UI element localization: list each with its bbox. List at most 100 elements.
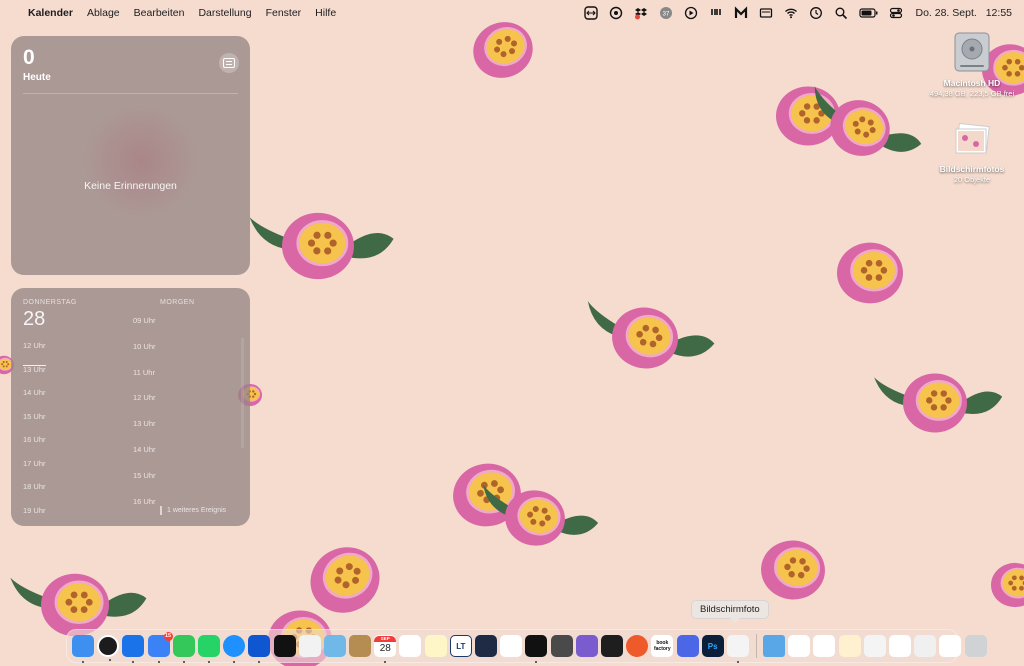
spotlight-icon[interactable] xyxy=(834,5,849,20)
time-machine-icon[interactable] xyxy=(809,5,824,20)
fruit-seed xyxy=(324,231,332,239)
dock-reminders-icon[interactable] xyxy=(399,635,422,657)
dock-stack-3-icon[interactable] xyxy=(838,635,861,657)
screenshots-folder-icon[interactable]: Bildschirmfotos 20 Objekte xyxy=(922,122,1022,184)
dock-stack-2-icon[interactable] xyxy=(813,635,836,657)
photo-stack-icon xyxy=(955,122,990,154)
fruit-seed xyxy=(803,103,811,110)
fruit-seed xyxy=(313,247,321,255)
fruit-seed xyxy=(80,606,88,614)
fruit-flesh xyxy=(915,379,962,421)
tomorrow-hours: 09 Uhr 10 Uhr 11 Uhr 12 Uhr 13 Uhr 14 Uh… xyxy=(133,316,156,522)
dock-photoshop-icon[interactable]: Ps xyxy=(701,635,724,657)
hour-label: 18 Uhr xyxy=(23,482,46,491)
fruit-seed xyxy=(803,117,811,124)
dock-calendar-icon[interactable]: SEP 28 xyxy=(374,635,397,663)
dock-flower-icon[interactable] xyxy=(676,635,699,657)
fruit-seed xyxy=(860,266,868,274)
calendar-day: 28 xyxy=(23,308,46,330)
teamviewer-icon[interactable] xyxy=(584,5,599,20)
fruit-seed xyxy=(1019,575,1024,581)
dock-1password-icon[interactable] xyxy=(122,635,145,663)
menu-ablage[interactable]: Ablage xyxy=(87,7,120,19)
dock-vectorize-icon[interactable] xyxy=(475,635,497,657)
hd-capacity: 494,38 GB, 223,5 GB frei xyxy=(929,89,1015,98)
battery-icon[interactable] xyxy=(858,5,879,20)
dock-screenshot-icon[interactable] xyxy=(726,635,749,663)
macintosh-hd-icon[interactable]: Macintosh HD 494,38 GB, 223,5 GB frei xyxy=(922,30,1022,98)
fruit-seed xyxy=(1,363,4,366)
dock-cube-icon[interactable] xyxy=(575,635,598,657)
dock-stack-5-icon[interactable] xyxy=(889,635,911,657)
passion-fruit xyxy=(991,562,1024,608)
hour-label: 12 Uhr xyxy=(23,341,46,350)
dock-mail-icon[interactable]: 15 xyxy=(147,632,173,663)
dock-calendar-day: 28 xyxy=(379,643,391,654)
dock-notchmeister-icon[interactable] xyxy=(273,635,296,657)
dock-clock-icon[interactable] xyxy=(97,635,120,661)
fruit-seed xyxy=(7,363,10,366)
dock-tidal-icon[interactable] xyxy=(525,635,548,663)
istat-icon[interactable]: 37 xyxy=(659,5,674,20)
play-icon[interactable] xyxy=(684,5,699,20)
fruit-seed xyxy=(313,231,321,239)
dock-notes-icon[interactable] xyxy=(424,635,447,657)
screen-icon[interactable] xyxy=(759,5,774,20)
menubar-clock[interactable]: Do. 28. Sept. 12:55 xyxy=(916,7,1013,19)
fruit-seed xyxy=(930,404,938,411)
menu-darstellung[interactable]: Darstellung xyxy=(198,7,251,19)
fruit-seed xyxy=(324,247,332,255)
calendar-more-events: 1 weiteres Ereignis xyxy=(160,506,226,515)
calendar-tomorrow: MORGEN xyxy=(160,299,195,306)
fruit-seed xyxy=(5,361,8,364)
hour-label: 19 Uhr xyxy=(23,505,46,515)
dock-photos-icon[interactable] xyxy=(500,635,523,657)
menu-app-name[interactable]: Kalender xyxy=(28,7,73,19)
dock-messages-icon[interactable] xyxy=(172,635,195,663)
dock-compass-icon[interactable] xyxy=(626,635,649,657)
malwarebytes-icon[interactable] xyxy=(734,5,749,20)
passion-fruit xyxy=(874,373,1003,433)
menu-hilfe[interactable]: Hilfe xyxy=(315,7,336,19)
hour-label: 16 Uhr xyxy=(133,496,156,506)
menubar-time: 12:55 xyxy=(985,6,1012,19)
dock-sublime-icon[interactable] xyxy=(550,635,573,657)
calendar-widget[interactable]: DONNERSTAG 28 MORGEN 12 Uhr 13 Uhr 14 Uh… xyxy=(11,288,250,526)
fruit-seed xyxy=(940,404,947,411)
dock-stack-1-icon[interactable] xyxy=(788,635,811,657)
dock-layers-icon[interactable] xyxy=(323,635,346,657)
hour-label: 14 Uhr xyxy=(23,388,46,397)
hour-label: 17 Uhr xyxy=(23,458,46,468)
fruit-seed xyxy=(875,274,883,281)
menu-fenster[interactable]: Fenster xyxy=(266,7,302,19)
control-center-icon[interactable] xyxy=(889,5,904,20)
dock-bookfactory-icon[interactable]: book factory xyxy=(651,635,674,657)
dock-finder-icon[interactable] xyxy=(72,635,94,663)
dock-teamviewer-icon[interactable] xyxy=(248,635,271,663)
dock-terminal-icon[interactable] xyxy=(600,635,623,657)
dock-downloads-folder-icon[interactable] xyxy=(763,635,786,657)
dock-trash-icon[interactable] xyxy=(964,635,987,657)
fruit-seed xyxy=(80,591,88,599)
menu-bearbeiten[interactable]: Bearbeiten xyxy=(134,7,185,19)
dock-whatsapp-icon[interactable] xyxy=(197,635,220,663)
dock-stack-6-icon[interactable] xyxy=(914,635,937,657)
fruit-seed xyxy=(1008,580,1014,586)
reminders-widget[interactable]: 0 Heute Keine Erinnerungen xyxy=(11,36,250,275)
dock-stack-4-icon[interactable] xyxy=(863,635,886,657)
fruit-seed xyxy=(65,598,73,606)
dropbox-icon[interactable] xyxy=(634,5,649,20)
fruit-flesh xyxy=(54,580,104,625)
wifi-icon[interactable] xyxy=(784,5,799,20)
dock-notebook-icon[interactable] xyxy=(349,635,372,657)
dock-stack-7-icon[interactable] xyxy=(939,635,962,657)
hour-label: 13 Uhr xyxy=(23,364,46,374)
vpn-icon[interactable] xyxy=(609,5,624,20)
dock-languagetool-icon[interactable]: LT xyxy=(449,635,472,657)
airbuddy-icon[interactable] xyxy=(709,5,724,20)
dock-pages-icon[interactable] xyxy=(298,635,321,657)
dock-safari-icon[interactable] xyxy=(223,635,246,663)
reminders-empty-text: Keine Erinnerungen xyxy=(84,180,177,192)
menubar-date: Do. 28. Sept. xyxy=(915,6,977,19)
fruit-seed xyxy=(945,397,952,404)
